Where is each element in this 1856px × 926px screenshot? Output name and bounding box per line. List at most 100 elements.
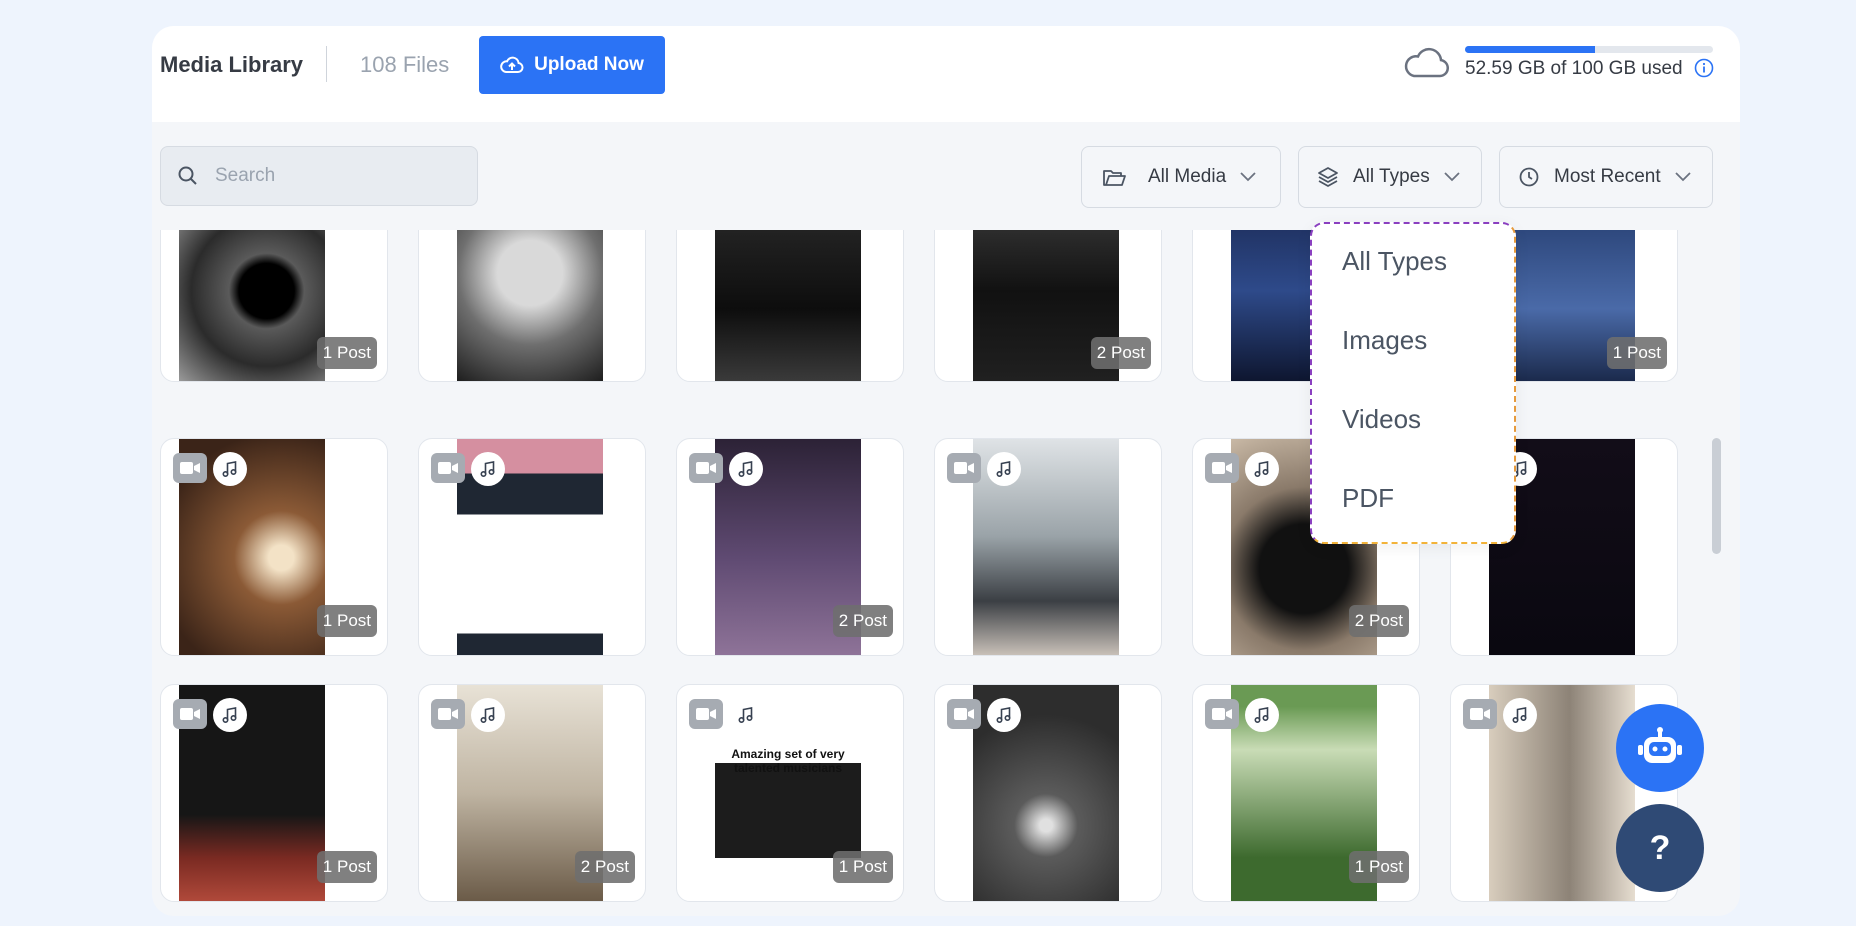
video-badge (431, 699, 465, 729)
audio-badge (987, 698, 1021, 732)
type-filter-menu: All Types Images Videos PDF (1310, 222, 1516, 544)
storage-usage-bar (1465, 46, 1713, 53)
search-box[interactable] (160, 146, 478, 206)
video-badge (689, 699, 723, 729)
info-icon[interactable] (1694, 58, 1714, 78)
sort-dropdown[interactable]: Most Recent (1499, 146, 1713, 208)
post-count-badge: 1 Post (316, 851, 377, 883)
music-note-icon (738, 707, 753, 724)
header-divider (326, 46, 327, 82)
audio-badge (213, 698, 247, 732)
music-note-icon (222, 707, 237, 724)
robot-icon (1638, 727, 1682, 763)
music-note-icon (1254, 707, 1269, 724)
media-card[interactable] (934, 438, 1162, 656)
post-count-badge: 2 Post (1090, 337, 1151, 369)
video-badge (173, 453, 207, 483)
media-filter-dropdown[interactable]: All Media (1081, 146, 1281, 208)
upload-now-button[interactable]: Upload Now (479, 36, 665, 94)
music-note-icon (480, 461, 495, 478)
music-note-icon (222, 461, 237, 478)
video-camera-icon (696, 462, 716, 474)
video-badge (1205, 699, 1239, 729)
media-thumbnail (715, 230, 861, 381)
cloud-upload-icon (500, 56, 524, 73)
post-count-badge: 1 Post (1348, 851, 1409, 883)
media-card[interactable] (418, 230, 646, 382)
upload-now-label: Upload Now (534, 54, 644, 75)
thumbnail-caption: Amazing set of very talented musicians (731, 747, 845, 775)
media-card[interactable] (418, 438, 646, 656)
media-card[interactable]: 1 Post (160, 438, 388, 656)
type-filter-dropdown[interactable]: All Types (1298, 146, 1482, 208)
media-card[interactable] (934, 684, 1162, 902)
audio-badge (213, 452, 247, 486)
media-card[interactable]: 2 Post (934, 230, 1162, 382)
type-option-videos[interactable]: Videos (1342, 404, 1421, 435)
clock-icon (1519, 167, 1539, 187)
file-count: 108 Files (360, 52, 450, 77)
cloud-storage-icon (1404, 47, 1449, 78)
storage-usage-text: 52.59 GB of 100 GB used (1465, 58, 1683, 79)
video-camera-icon (438, 708, 458, 720)
video-camera-icon (954, 708, 974, 720)
chevron-down-icon (1675, 172, 1691, 182)
video-badge (1463, 699, 1497, 729)
music-note-icon (1512, 707, 1527, 724)
music-note-icon (1254, 461, 1269, 478)
music-note-icon (738, 461, 753, 478)
type-option-pdf[interactable]: PDF (1342, 483, 1394, 514)
video-camera-icon (180, 708, 200, 720)
audio-badge (1245, 698, 1279, 732)
video-camera-icon (696, 708, 716, 720)
media-card[interactable]: 1 Post (160, 684, 388, 902)
music-note-icon (480, 707, 495, 724)
post-count-badge: 1 Post (316, 605, 377, 637)
help-button[interactable]: ? (1616, 804, 1704, 892)
media-card[interactable]: Amazing set of very talented musicians 1 … (676, 684, 904, 902)
chevron-down-icon (1444, 172, 1460, 182)
storage-usage-fill (1465, 46, 1596, 53)
media-thumbnail (457, 230, 603, 381)
media-card[interactable] (676, 230, 904, 382)
audio-badge (987, 452, 1021, 486)
music-note-icon (996, 461, 1011, 478)
audio-badge (1245, 452, 1279, 486)
post-count-badge: 2 Post (1348, 605, 1409, 637)
post-count-badge: 2 Post (574, 851, 635, 883)
audio-badge (729, 698, 763, 732)
video-badge (947, 453, 981, 483)
search-input[interactable] (213, 164, 457, 188)
folder-open-icon (1103, 170, 1126, 186)
video-camera-icon (1212, 462, 1232, 474)
search-icon (178, 166, 197, 185)
video-badge (947, 699, 981, 729)
type-option-all-types[interactable]: All Types (1342, 246, 1447, 277)
video-camera-icon (954, 462, 974, 474)
audio-badge (471, 698, 505, 732)
type-option-images[interactable]: Images (1342, 325, 1427, 356)
post-count-badge: 1 Post (832, 851, 893, 883)
video-badge (689, 453, 723, 483)
grid-scrollbar[interactable] (1712, 438, 1721, 554)
media-thumbnail (179, 230, 325, 381)
media-filter-label: All Media (1148, 166, 1227, 187)
audio-badge (471, 452, 505, 486)
media-card[interactable]: 2 Post (418, 684, 646, 902)
video-camera-icon (180, 462, 200, 474)
ai-assistant-button[interactable] (1616, 704, 1704, 792)
video-camera-icon (1470, 708, 1490, 720)
type-filter-label: All Types (1353, 166, 1430, 187)
media-card[interactable]: 2 Post (676, 438, 904, 656)
layers-icon (1318, 167, 1338, 187)
media-card[interactable]: 1 Post (160, 230, 388, 382)
sort-label: Most Recent (1554, 166, 1661, 187)
chevron-down-icon (1240, 172, 1256, 182)
header-bar: Media Library 108 Files Upload Now 52.59… (152, 26, 1740, 122)
post-count-badge: 1 Post (316, 337, 377, 369)
post-count-badge: 2 Post (832, 605, 893, 637)
media-card[interactable]: 1 Post (1192, 684, 1420, 902)
page-title: Media Library (160, 52, 304, 77)
video-badge (431, 453, 465, 483)
video-camera-icon (1212, 708, 1232, 720)
